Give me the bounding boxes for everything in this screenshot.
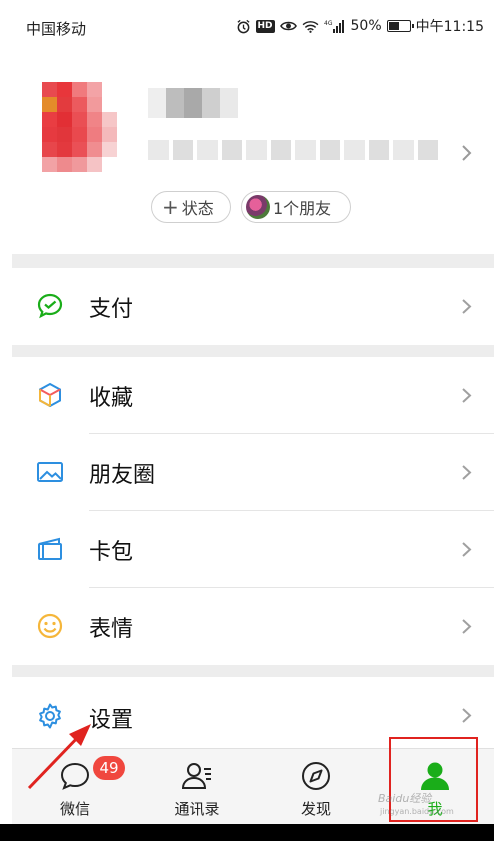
avatar-pixel (72, 112, 87, 127)
chevron-right-icon (462, 388, 472, 403)
avatar-pixel (117, 112, 132, 127)
profile-header[interactable]: + 状态 1个朋友 (0, 54, 494, 254)
menu-item-moments[interactable]: 朋友圈 (12, 434, 494, 511)
menu-item-stickers[interactable]: 表情 (12, 588, 494, 665)
watermark-logo: Baidu经验 (378, 792, 432, 805)
avatar-pixel (87, 157, 102, 172)
avatar-pixel (57, 97, 72, 112)
avatar-pixel (87, 142, 102, 157)
wifi-icon (302, 20, 319, 33)
avatar-pixel (102, 127, 117, 142)
avatar-pixel (102, 112, 117, 127)
avatar-pixel (42, 157, 57, 172)
menu-item-favorites[interactable]: 收藏 (12, 357, 494, 434)
avatar-pixel (42, 142, 57, 157)
status-chip-label: 状态 (181, 199, 214, 218)
battery-icon (386, 20, 414, 32)
avatar-pixel (72, 142, 87, 157)
section-separator (12, 665, 494, 677)
avatar-pixel (87, 127, 102, 142)
chevron-right-icon (462, 619, 472, 634)
annotation-arrow-icon (27, 724, 91, 790)
avatar-pixel (57, 157, 72, 172)
cards-label: 卡包 (89, 539, 134, 565)
friend-avatar-icon (246, 195, 270, 219)
signal-icon: 4G (324, 19, 346, 33)
section-separator (12, 254, 494, 268)
battery-fill (388, 22, 399, 30)
avatar[interactable] (42, 82, 132, 172)
chevron-right-icon (462, 145, 472, 161)
hd-icon: HD (255, 19, 275, 33)
avatar-pixel (72, 127, 87, 142)
card-wallet-icon (38, 537, 62, 560)
plus-icon: + (162, 195, 179, 219)
system-navigation-bar (0, 824, 494, 841)
friends-chip-label: 1个朋友 (273, 199, 332, 218)
carrier-name: 中国移动 (26, 20, 87, 38)
moments-picture-icon (37, 462, 63, 482)
chevron-right-icon (462, 299, 472, 314)
avatar-pixel (87, 97, 102, 112)
avatar-pixel (72, 97, 87, 112)
status-bar: 中国移动 HD 4G 50% 中午11:15 (0, 0, 494, 54)
compass-icon (302, 762, 330, 790)
clock: 中午11:15 (415, 19, 484, 35)
avatar-pixel (87, 82, 102, 97)
avatar-pixel (117, 142, 132, 157)
avatar-pixel (57, 142, 72, 157)
pay-label: 支付 (89, 296, 134, 322)
avatar-pixel (57, 127, 72, 142)
tab-contacts-label: 通讯录 (174, 800, 220, 818)
eye-icon (279, 20, 297, 32)
contacts-icon (181, 763, 211, 789)
avatar-pixel (117, 157, 132, 172)
smiley-icon (37, 613, 63, 639)
battery-percent: 50% (350, 18, 382, 34)
tab-discover[interactable]: 发现 (261, 749, 371, 825)
avatar-pixel (57, 82, 72, 97)
avatar-pixel (117, 97, 132, 112)
avatar-pixel (42, 82, 57, 97)
tab-chats-label: 微信 (59, 800, 90, 818)
avatar-pixel (102, 157, 117, 172)
tab-discover-label: 发现 (300, 800, 331, 818)
avatar-pixel (72, 82, 87, 97)
wechat-me-page: { "status_bar": { "carrier": "中国移动", "ne… (0, 0, 494, 841)
avatar-pixel (42, 112, 57, 127)
avatar-pixel (102, 97, 117, 112)
add-status-chip[interactable]: + 状态 (151, 191, 231, 223)
tab-contacts[interactable]: 通讯录 (142, 749, 252, 825)
avatar-pixel (72, 157, 87, 172)
avatar-pixel (117, 82, 132, 97)
network-type: 4G (324, 20, 333, 27)
avatar-pixel (87, 112, 102, 127)
favorites-cube-icon (39, 382, 61, 408)
avatar-pixel (42, 97, 57, 112)
chevron-right-icon (462, 708, 472, 723)
avatar-pixel (42, 127, 57, 142)
chevron-right-icon (462, 542, 472, 557)
moments-label: 朋友圈 (89, 462, 156, 488)
avatar-pixel (102, 82, 117, 97)
avatar-pixel (57, 112, 72, 127)
status-icons: HD 4G 50% 中午11:15 (236, 16, 484, 36)
menu-item-pay[interactable]: 支付 (12, 268, 494, 345)
wechat-id-blurred (148, 140, 438, 160)
section-separator (12, 345, 494, 357)
nickname-blurred (148, 88, 238, 118)
favorites-label: 收藏 (89, 385, 134, 411)
alarm-icon (236, 19, 251, 34)
pay-icon (37, 293, 63, 319)
watermark-url: jingyan.baidu.com (380, 807, 454, 816)
avatar-pixel (117, 127, 132, 142)
menu-item-cards[interactable]: 卡包 (12, 511, 494, 588)
friends-chip[interactable]: 1个朋友 (241, 191, 351, 223)
chevron-right-icon (462, 465, 472, 480)
avatar-pixel (102, 142, 117, 157)
stickers-label: 表情 (89, 616, 134, 642)
